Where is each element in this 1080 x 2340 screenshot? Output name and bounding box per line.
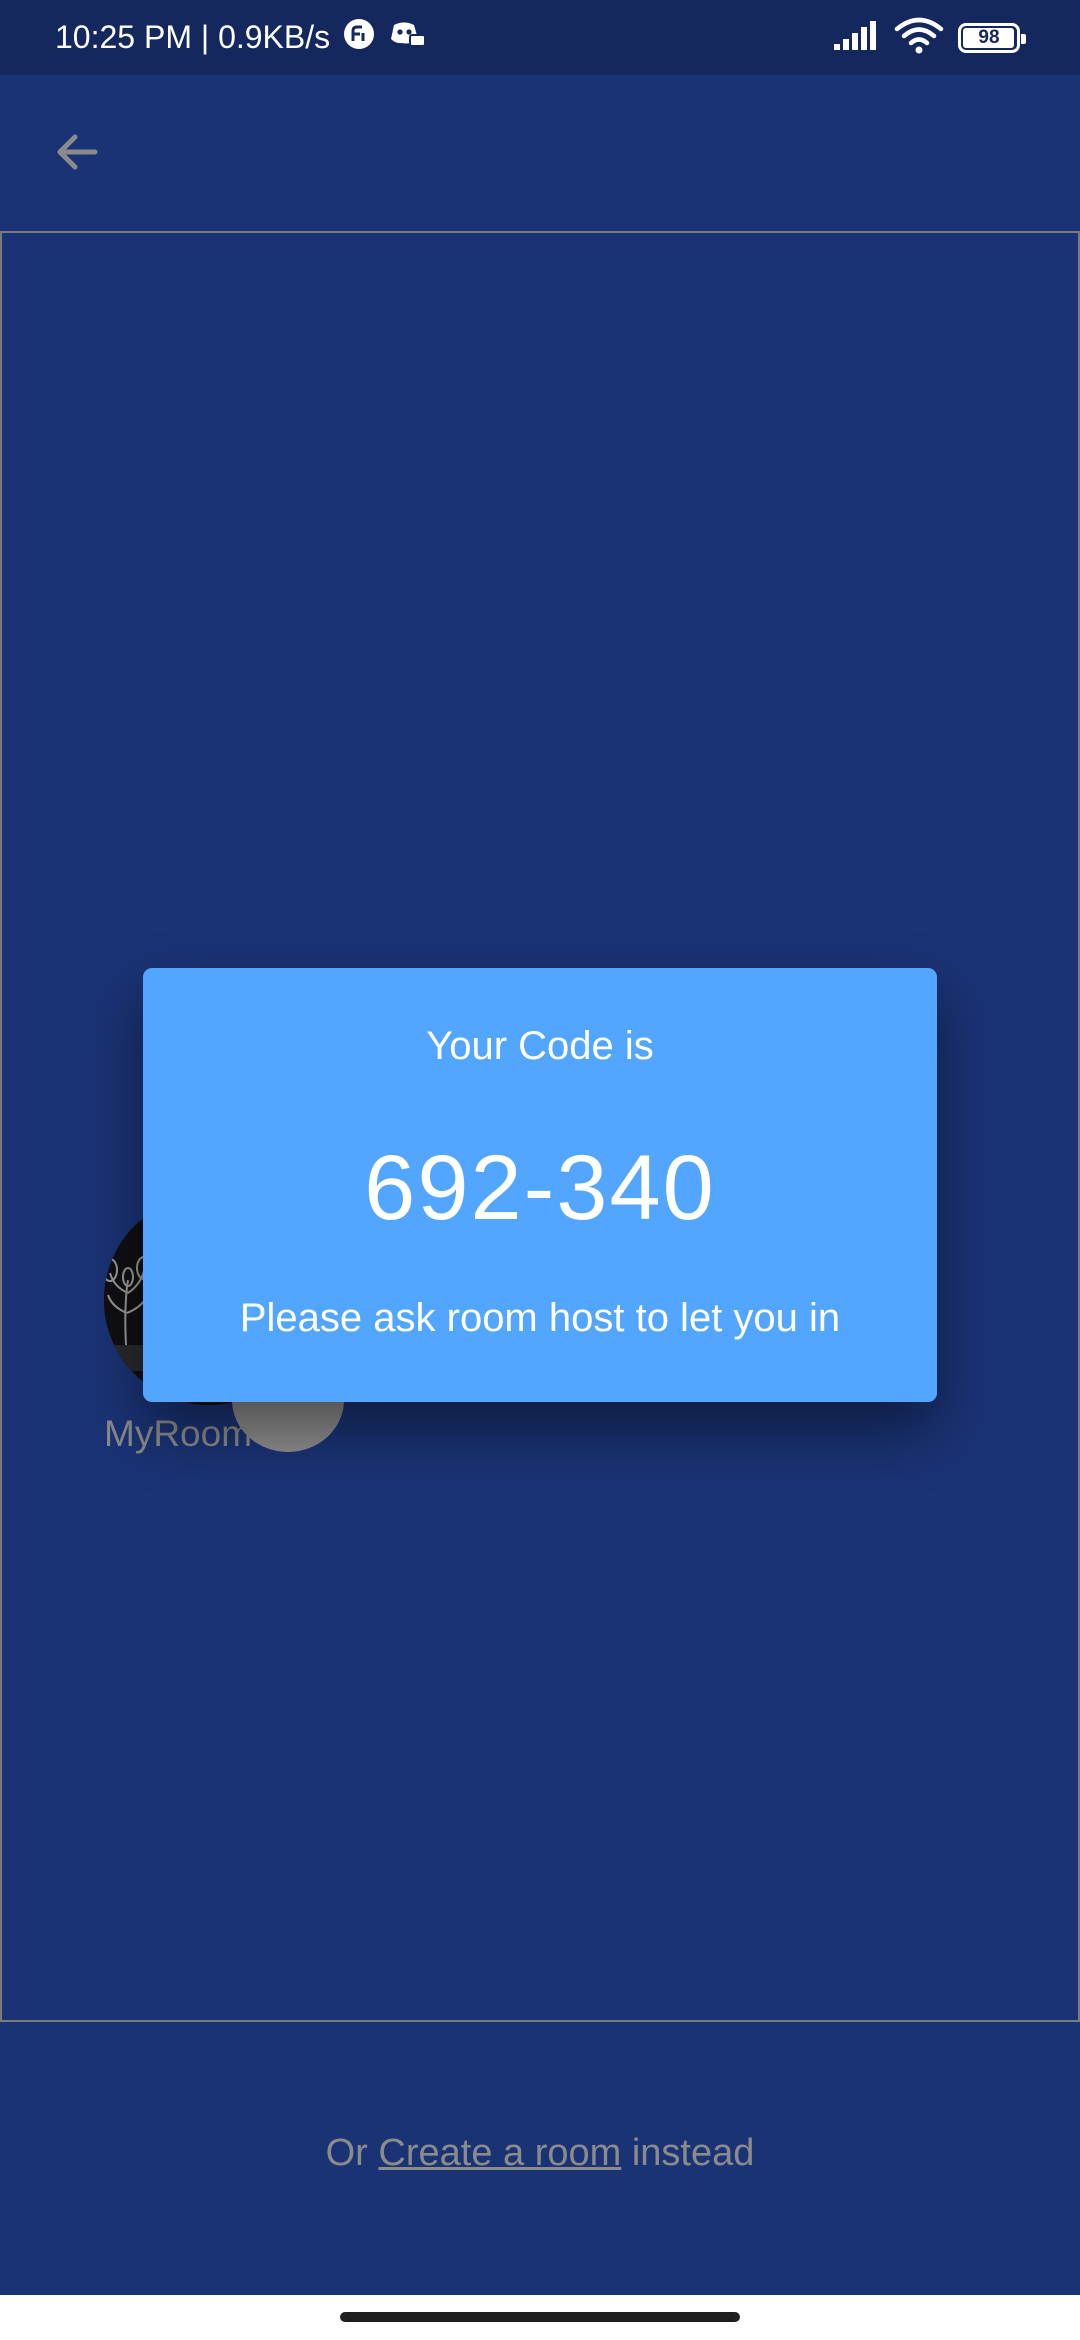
home-indicator[interactable]: [340, 2312, 740, 2322]
dialog-message: Please ask room host to let you in: [239, 1296, 841, 1340]
code-dialog: Your Code is 692-340 Please ask room hos…: [143, 968, 937, 1402]
dialog-title: Your Code is: [426, 1024, 654, 1068]
wifi-icon: [894, 15, 944, 60]
status-bar: 10:25 PM | 0.9KB/s 98: [0, 0, 1080, 75]
app-bar: [0, 75, 1080, 230]
back-button[interactable]: [40, 115, 114, 189]
create-room-link[interactable]: Create a room: [378, 2132, 621, 2174]
footer-text: Or Create a room instead: [0, 2132, 1080, 2175]
battery-level: 98: [978, 26, 1000, 48]
status-left: 10:25 PM | 0.9KB/s: [55, 0, 428, 75]
discord-icon: [388, 17, 428, 59]
footer-prefix: Or: [325, 2132, 379, 2174]
battery-icon: 98: [958, 22, 1026, 53]
notification-app-icon: [342, 17, 376, 59]
arrow-left-icon: [57, 134, 98, 170]
status-time-speed: 10:25 PM | 0.9KB/s: [55, 19, 331, 55]
footer-suffix: instead: [621, 2132, 755, 2174]
status-right: 98: [832, 0, 1026, 75]
room-name-label: MyRoom: [104, 1413, 253, 1454]
room-code: 692-340: [364, 1137, 716, 1239]
signal-icon: [832, 18, 882, 57]
